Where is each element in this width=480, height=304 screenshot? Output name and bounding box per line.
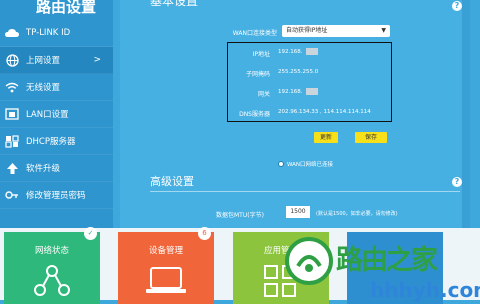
wan-type-value: 自动获得IP地址 — [286, 27, 328, 34]
ip-value: 192.168. — [278, 49, 303, 55]
device-count-badge: 6 — [198, 227, 211, 240]
save-button[interactable]: 保存 — [355, 132, 387, 143]
status-indicator-icon — [278, 161, 284, 167]
laptop-icon — [146, 267, 186, 293]
mtu-label: 数据包MTU(字节) — [216, 212, 264, 219]
help-icon[interactable]: ? — [452, 177, 462, 187]
cloud-icon — [4, 25, 20, 41]
sidebar-item-label: DHCP服务器 — [26, 137, 76, 147]
check-badge-icon: ✓ — [84, 227, 97, 240]
sidebar-item-internet[interactable]: 上网设置 > — [0, 47, 113, 74]
sidebar-item-label: 无线设置 — [26, 83, 61, 93]
sidebar-item-tplink-id[interactable]: TP-LINK ID — [0, 20, 113, 47]
refresh-button[interactable]: 更新 — [314, 132, 338, 143]
gateway-label: 网关 — [257, 91, 270, 98]
watermark-url: hhhyh.com — [370, 278, 480, 302]
scrollbar[interactable] — [462, 0, 470, 228]
sidebar-item-label: 软件升级 — [26, 164, 61, 174]
ip-label: IP地址 — [252, 51, 270, 58]
sidebar-item-label: TP-LINK ID — [26, 28, 71, 38]
section-divider — [150, 191, 460, 192]
redacted-block — [306, 48, 318, 55]
upgrade-arrow-icon — [4, 160, 20, 176]
dns-value: 202.96.134.33 , 114.114.114.114 — [278, 109, 371, 115]
redacted-block — [306, 88, 318, 95]
wan-status-row: WAN口网络已连接 — [278, 160, 333, 168]
basic-section-title: 基本设置 — [150, 0, 199, 8]
sidebar: 路由设置 TP-LINK ID 上网设置 > 无线设置 LAN口设置 DHCP服… — [0, 0, 113, 228]
mtu-input[interactable]: 1500 — [286, 206, 310, 218]
key-icon — [4, 187, 20, 203]
sidebar-item-label: 修改管理员密码 — [26, 191, 86, 201]
sidebar-item-label: LAN口设置 — [26, 110, 69, 120]
advanced-section-title: 高级设置 — [150, 175, 194, 188]
tile-device-management[interactable]: 设备管理 6 — [118, 227, 214, 304]
wifi-icon — [4, 79, 20, 95]
lan-port-icon — [4, 106, 20, 122]
sidebar-item-upgrade[interactable]: 软件升级 — [0, 155, 113, 182]
main-panel: 基本设置 ? WAN口连接类型 自动获得IP地址 ▼ IP地址 192.168.… — [120, 0, 470, 228]
sidebar-item-lan[interactable]: LAN口设置 — [0, 101, 113, 128]
tile-label: 网络状态 — [34, 246, 69, 256]
sidebar-brand: 路由设置 — [36, 0, 97, 16]
dhcp-icon — [4, 133, 20, 149]
dropdown-arrow-icon: ▼ — [381, 27, 386, 34]
watermark-text: 路由之家 — [336, 245, 438, 276]
sidebar-item-wireless[interactable]: 无线设置 — [0, 74, 113, 101]
mtu-note: (默认是1500，如非必要，请勿修改) — [316, 211, 398, 217]
subnet-mask-value: 255.255.255.0 — [278, 69, 319, 75]
tile-network-status[interactable]: 网络状态 ✓ — [4, 227, 100, 304]
wan-type-label: WAN口连接类型 — [232, 30, 277, 37]
watermark: 路由之家 hhhyh.com — [282, 228, 480, 302]
sidebar-item-dhcp[interactable]: DHCP服务器 — [0, 128, 113, 155]
dns-label: DNS服务器 — [239, 111, 270, 118]
wan-type-select[interactable]: 自动获得IP地址 ▼ — [282, 25, 390, 37]
network-topology-icon — [34, 265, 70, 296]
sidebar-item-admin-password[interactable]: 修改管理员密码 — [0, 182, 113, 209]
wan-status-text: WAN口网络已连接 — [287, 162, 334, 168]
globe-icon — [4, 52, 20, 68]
chevron-right-icon: > — [93, 55, 101, 65]
subnet-mask-label: 子网掩码 — [245, 71, 270, 78]
sidebar-item-label: 上网设置 — [26, 56, 61, 66]
tile-label: 设备管理 — [148, 246, 183, 256]
help-icon[interactable]: ? — [452, 1, 462, 11]
gateway-value: 192.168. — [278, 89, 303, 95]
watermark-logo-icon — [285, 237, 333, 285]
